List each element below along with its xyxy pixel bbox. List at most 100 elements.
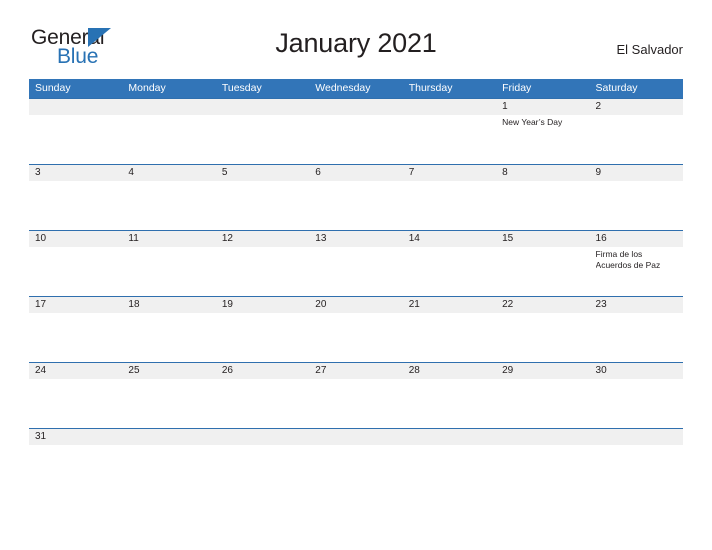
day-number: 13	[315, 233, 327, 244]
day-event-text: Firma de los	[595, 249, 643, 259]
calendar-day-cell[interactable]: 27	[309, 363, 403, 428]
calendar-day-cell[interactable]: 2	[589, 99, 683, 164]
calendar-day-cell[interactable]: 6	[309, 165, 403, 230]
calendar-week-cells: 17 18 19 20 21 22 23	[29, 297, 683, 362]
calendar-day-cell[interactable]: 15	[496, 231, 590, 296]
day-number-strip	[589, 165, 683, 181]
calendar-day-cell[interactable]: 19	[215, 297, 310, 362]
weekday-header-row: Sunday Monday Tuesday Wednesday Thursday…	[29, 79, 683, 98]
calendar-day-cell[interactable]: 10	[29, 231, 123, 296]
calendar-day-cell[interactable]: 18	[122, 297, 216, 362]
day-number: 19	[221, 299, 233, 310]
day-number-strip	[309, 429, 403, 445]
calendar-empty-cell	[496, 429, 590, 445]
calendar-day-cell[interactable]: 14	[402, 231, 497, 296]
day-number-strip	[309, 165, 403, 181]
calendar-day-cell[interactable]: 8	[496, 165, 590, 230]
day-number: 27	[315, 365, 327, 376]
calendar-day-cell[interactable]: 9	[589, 165, 683, 230]
calendar-empty-cell	[122, 99, 216, 164]
calendar-empty-cell	[402, 99, 497, 164]
day-number-strip	[496, 429, 590, 445]
weekday-header-saturday: Saturday	[595, 82, 638, 94]
weekday-header-tuesday: Tuesday	[221, 82, 262, 94]
calendar-day-cell[interactable]: 24	[29, 363, 123, 428]
calendar-empty-cell	[215, 429, 310, 445]
calendar-day-cell[interactable]: 21	[402, 297, 497, 362]
day-number-strip	[215, 429, 310, 445]
day-number-strip	[496, 165, 590, 181]
day-number: 2	[595, 101, 602, 112]
day-number-strip	[215, 99, 310, 115]
calendar-empty-cell	[589, 429, 683, 445]
day-number: 5	[221, 167, 228, 178]
day-number: 8	[502, 167, 508, 178]
day-number-strip	[496, 99, 590, 115]
day-number-strip	[402, 99, 497, 115]
calendar-grid: Sunday Monday Tuesday Wednesday Thursday…	[29, 79, 683, 445]
calendar-day-cell[interactable]: 30	[589, 363, 683, 428]
calendar-week-row: 17 18 19 20 21 22 23	[29, 296, 683, 362]
calendar-day-cell[interactable]: 25	[122, 363, 216, 428]
weekday-header-wednesday: Wednesday	[315, 82, 371, 94]
calendar-day-cell[interactable]: 4	[122, 165, 216, 230]
day-number: 29	[502, 365, 514, 376]
calendar-day-cell[interactable]: 12	[215, 231, 310, 296]
calendar-day-cell[interactable]: 11	[122, 231, 216, 296]
calendar-day-cell[interactable]: 3	[29, 165, 123, 230]
day-number: 25	[128, 365, 140, 376]
day-number: 30	[595, 365, 607, 376]
calendar-day-cell[interactable]: 1 New Year’s Day	[496, 99, 590, 164]
calendar-day-cell[interactable]: 26	[215, 363, 310, 428]
calendar-day-cell[interactable]: 13	[309, 231, 403, 296]
calendar-week-cells: 31	[29, 429, 683, 445]
day-number: 3	[35, 167, 41, 178]
weekday-header-sunday: Sunday	[35, 82, 71, 94]
day-event-text: New Year’s Day	[502, 117, 563, 127]
weekday-header-monday: Monday	[128, 82, 166, 94]
day-number: 20	[315, 299, 327, 310]
day-number: 28	[408, 365, 420, 376]
day-number-strip	[402, 429, 497, 445]
day-number: 10	[35, 233, 47, 244]
calendar-day-cell[interactable]: 5	[215, 165, 310, 230]
page-header: General Blue January 2021 El Salvador	[0, 0, 712, 79]
calendar-day-cell[interactable]: 29	[496, 363, 590, 428]
day-number: 11	[128, 233, 139, 244]
calendar-empty-cell	[309, 99, 403, 164]
region-label: El Salvador	[616, 42, 683, 57]
day-number: 16	[595, 233, 607, 244]
day-number: 9	[595, 167, 602, 178]
day-number: 12	[221, 233, 233, 244]
calendar-day-cell[interactable]: 20	[309, 297, 403, 362]
day-number: 6	[315, 167, 321, 178]
calendar-week-row: 1 New Year’s Day 2	[29, 98, 683, 164]
day-number-strip	[589, 429, 683, 445]
weekday-header-friday: Friday	[502, 82, 532, 94]
day-number-strip	[589, 99, 683, 115]
weekday-header-thursday: Thursday	[408, 82, 453, 94]
day-number-strip	[122, 99, 216, 115]
calendar-weeks: 1 New Year’s Day 2 3 4 5 6 7 8 9 10 11 12 13 14 15 16 Fir…	[29, 98, 683, 445]
calendar-week-row: 31	[29, 428, 683, 445]
calendar-day-cell[interactable]: 22	[496, 297, 590, 362]
day-number: 14	[408, 233, 420, 244]
day-number-strip	[122, 165, 216, 181]
calendar-week-cells: 3 4 5 6 7 8 9	[29, 165, 683, 230]
day-number-strip	[309, 99, 403, 115]
calendar-day-cell[interactable]: 7	[402, 165, 497, 230]
day-events: New Year’s Day	[502, 117, 586, 128]
day-number: 17	[35, 299, 47, 310]
calendar-day-cell[interactable]: 31	[29, 429, 123, 445]
calendar-week-cells: 24 25 26 27 28 29 30	[29, 363, 683, 428]
day-number: 22	[502, 299, 514, 310]
calendar-day-cell[interactable]: 23	[589, 297, 683, 362]
calendar-day-cell[interactable]: 28	[402, 363, 497, 428]
calendar-day-cell[interactable]: 16 Firma de los Acuerdos de Paz	[589, 231, 683, 296]
calendar-day-cell[interactable]: 17	[29, 297, 123, 362]
day-number-strip	[215, 165, 310, 181]
calendar-week-row: 10 11 12 13 14 15 16 Firma de los Acuerdos de Pa…	[29, 230, 683, 296]
calendar-week-cells: 1 New Year’s Day 2	[29, 99, 683, 164]
day-number: 4	[128, 167, 134, 178]
page-title: January 2021	[275, 28, 437, 58]
